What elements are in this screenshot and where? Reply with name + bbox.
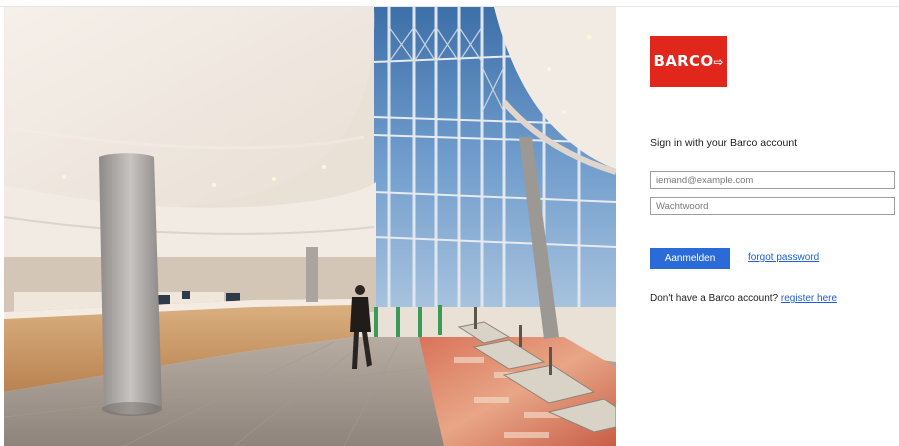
hero-image [4, 7, 616, 446]
signin-heading: Sign in with your Barco account [650, 137, 798, 149]
logo-arrow-icon: ⇨ [713, 55, 724, 69]
logo-wordmark: BARCO⇨ [654, 54, 724, 69]
logo-text: BARCO [653, 52, 714, 70]
forgot-password-link[interactable]: forgot password [748, 252, 819, 263]
register-row: Don't have a Barco account? register her… [650, 293, 837, 304]
password-input[interactable] [650, 197, 895, 215]
barco-logo: BARCO⇨ [650, 36, 727, 87]
signin-button[interactable]: Aanmelden [650, 248, 730, 269]
no-account-text: Don't have a Barco account? [650, 293, 779, 304]
register-link[interactable]: register here [781, 293, 837, 304]
top-border [0, 0, 899, 7]
login-panel: BARCO⇨ Sign in with your Barco account A… [616, 7, 899, 446]
email-input[interactable] [650, 171, 895, 189]
